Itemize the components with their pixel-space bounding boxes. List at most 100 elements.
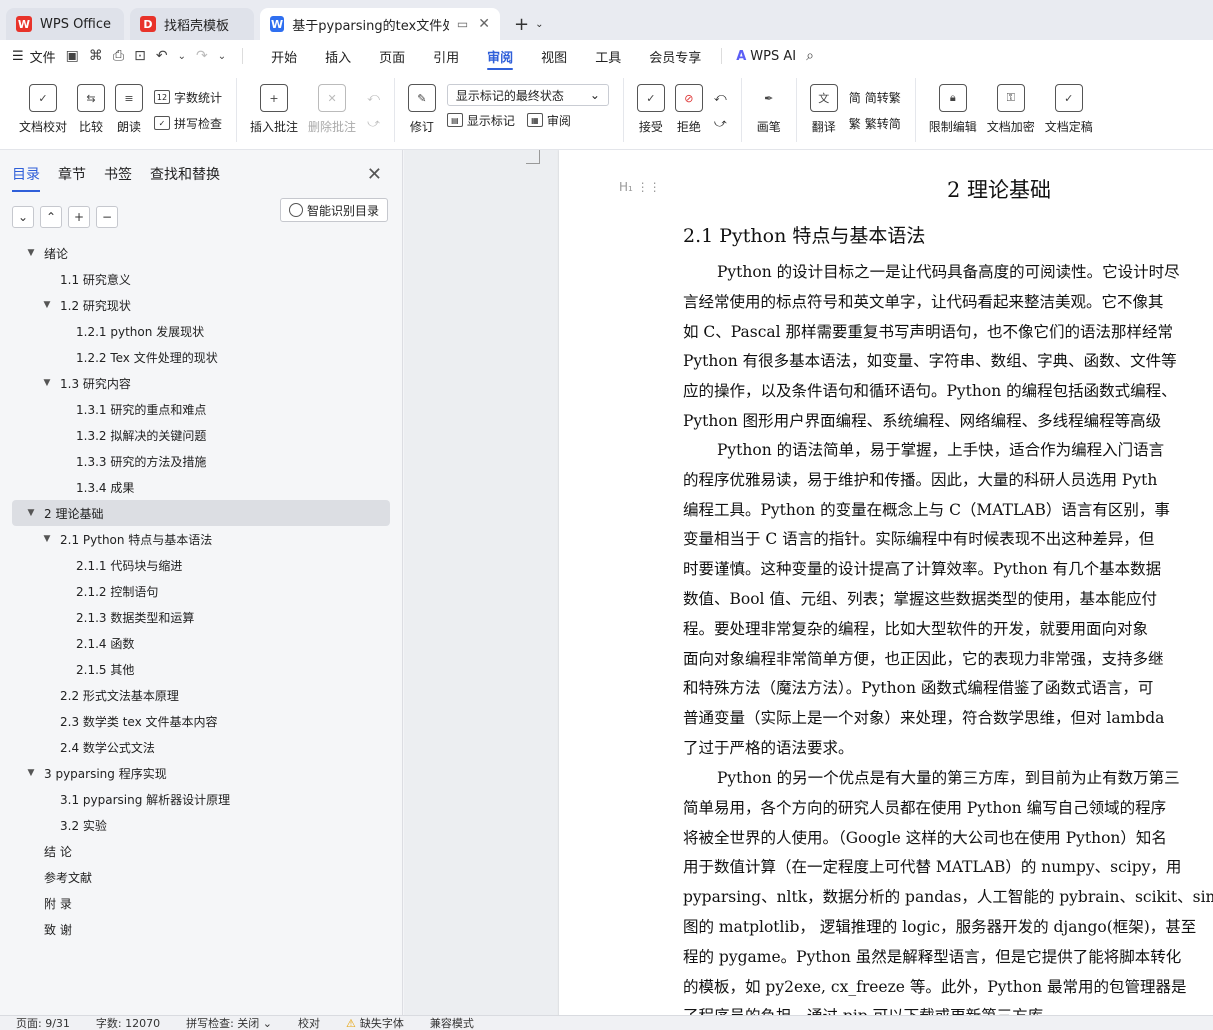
pen-button[interactable]: ✒ 画笔 bbox=[755, 78, 783, 135]
toc-item[interactable]: 致 谢 bbox=[12, 916, 390, 942]
toc-item[interactable]: 1.1 研究意义 bbox=[12, 266, 390, 292]
tab-start[interactable]: 开始 bbox=[271, 40, 297, 72]
nav-tab-toc[interactable]: 目录 bbox=[12, 164, 40, 192]
toc-item[interactable]: 2.4 数学公式文法 bbox=[12, 734, 390, 760]
revise-button[interactable]: ✎ 修订 bbox=[407, 78, 436, 135]
monitor-icon[interactable]: ▭ bbox=[457, 17, 468, 31]
toc-item[interactable]: ▼ 2.1 Python 特点与基本语法 bbox=[12, 526, 390, 552]
finalize-button[interactable]: ✓ 文档定稿 bbox=[1045, 78, 1093, 135]
nav-tab-bookmarks[interactable]: 书签 bbox=[104, 164, 132, 192]
toc-item[interactable]: 3.1 pyparsing 解析器设计原理 bbox=[12, 786, 390, 812]
toc-item[interactable]: ▼ 1.3 研究内容 bbox=[12, 370, 390, 396]
page-indicator[interactable]: 页面: 9/31 bbox=[16, 1016, 70, 1030]
show-markup-button[interactable]: ▤ 显示标记 bbox=[446, 112, 515, 129]
print-preview-icon[interactable]: ⊡ bbox=[134, 48, 146, 64]
toc-item[interactable]: 2.1.4 函数 bbox=[12, 630, 390, 656]
toc-item[interactable]: 结 论 bbox=[12, 838, 390, 864]
tab-insert[interactable]: 插入 bbox=[325, 40, 351, 72]
file-menu[interactable]: ☰ 文件 bbox=[12, 47, 56, 66]
insert-comment-button[interactable]: + 插入批注 bbox=[250, 78, 298, 135]
tab-review[interactable]: 审阅 bbox=[487, 40, 514, 72]
word-count-button[interactable]: 12 字数统计 bbox=[154, 84, 222, 110]
toc-item[interactable]: 2.1.2 控制语句 bbox=[12, 578, 390, 604]
markup-state-select[interactable]: 显示标记的最终状态 ⌄ bbox=[446, 84, 609, 106]
prev-change-button[interactable]: ⤺ bbox=[714, 84, 727, 110]
print-icon[interactable]: ⎙ bbox=[113, 48, 124, 64]
expand-triangle-icon[interactable]: ▼ bbox=[24, 248, 38, 258]
close-icon[interactable]: ✕ bbox=[367, 164, 382, 185]
document-page[interactable]: H₁ ⋮⋮ 2 理论基础 2.1 Python 特点与基本语法 Python 的… bbox=[559, 150, 1213, 1015]
remove-heading-icon[interactable]: − bbox=[96, 206, 118, 228]
expand-triangle-icon[interactable]: ▼ bbox=[24, 508, 38, 518]
undo-dropdown-icon[interactable]: ⌄ bbox=[178, 51, 186, 62]
to-traditional-button[interactable]: 简简转繁 bbox=[849, 84, 901, 110]
toc-item[interactable]: 2.1.3 数据类型和运算 bbox=[12, 604, 390, 630]
toc-item[interactable]: 1.2.1 python 发展现状 bbox=[12, 318, 390, 344]
heading-drag-handle-icon[interactable]: H₁ ⋮⋮ bbox=[619, 180, 661, 194]
missing-font-status[interactable]: ⚠ 缺失字体 bbox=[346, 1016, 404, 1030]
doc-proof-button[interactable]: ✓ 文档校对 bbox=[19, 78, 67, 135]
read-aloud-button[interactable]: ≡ 朗读 bbox=[115, 78, 144, 135]
toc-item[interactable]: 3.2 实验 bbox=[12, 812, 390, 838]
close-icon[interactable]: ✕ bbox=[478, 16, 490, 32]
paragraph-1[interactable]: Python 的设计目标之一是让代码具备高度的可阅读性。它设计时尽 言经常使用的标… bbox=[683, 258, 1213, 437]
toc-item[interactable]: 1.2.2 Tex 文件处理的现状 bbox=[12, 344, 390, 370]
tab-wps-office[interactable]: W WPS Office bbox=[6, 8, 124, 40]
new-tab-button[interactable]: + ⌄ bbox=[506, 8, 551, 40]
expand-triangle-icon[interactable]: ▼ bbox=[40, 378, 54, 388]
spell-check-status[interactable]: 拼写检查: 关闭 ⌄ bbox=[186, 1016, 272, 1030]
prev-comment-button[interactable]: ⤺ bbox=[367, 84, 380, 110]
smart-toc-button[interactable]: 智能识别目录 bbox=[279, 198, 388, 222]
toc-item[interactable]: 1.3.4 成果 bbox=[12, 474, 390, 500]
link-icon[interactable]: ⌘ bbox=[89, 48, 103, 64]
encrypt-button[interactable]: ⚿ 文档加密 bbox=[987, 78, 1035, 135]
translate-button[interactable]: 文翻译 bbox=[809, 78, 838, 135]
chevron-down-icon[interactable]: ⌄ bbox=[535, 19, 543, 30]
nav-tab-sections[interactable]: 章节 bbox=[58, 164, 86, 192]
next-comment-button[interactable]: ⤻ bbox=[367, 110, 380, 136]
tab-view[interactable]: 视图 bbox=[541, 40, 567, 72]
restrict-edit-button[interactable]: 🔒︎ 限制编辑 bbox=[929, 78, 977, 135]
spell-check-button[interactable]: ✓ 拼写检查 bbox=[154, 110, 222, 136]
toc-item[interactable]: 2.1.5 其他 bbox=[12, 656, 390, 682]
toc-item[interactable]: 附 录 bbox=[12, 890, 390, 916]
chapter-heading[interactable]: 2 理论基础 bbox=[947, 174, 1051, 204]
toc-item[interactable]: 2.2 形式文法基本原理 bbox=[12, 682, 390, 708]
review-pane-button[interactable]: ▦ 审阅 bbox=[526, 112, 571, 129]
wps-ai-button[interactable]: A WPS AI bbox=[736, 49, 796, 64]
tab-current-document[interactable]: W 基于pyparsing的tex文件处理 ▭ ✕ bbox=[260, 8, 500, 40]
section-heading[interactable]: 2.1 Python 特点与基本语法 bbox=[683, 221, 925, 248]
more-dropdown-icon[interactable]: ⌄ bbox=[218, 51, 226, 62]
word-count-indicator[interactable]: 字数: 12070 bbox=[96, 1016, 160, 1030]
toc-item[interactable]: 2.3 数学类 tex 文件基本内容 bbox=[12, 708, 390, 734]
tab-docer-templates[interactable]: D 找稻壳模板 bbox=[130, 8, 254, 40]
compare-button[interactable]: ⇆ 比较 bbox=[77, 78, 106, 135]
proof-status[interactable]: 校对 bbox=[298, 1016, 320, 1030]
expand-triangle-icon[interactable]: ▼ bbox=[24, 768, 38, 778]
delete-comment-button[interactable]: ✕ 删除批注 bbox=[308, 78, 356, 135]
toc-item[interactable]: 1.3.3 研究的方法及措施 bbox=[12, 448, 390, 474]
toc-item[interactable]: ▼ 2 理论基础 bbox=[12, 500, 390, 526]
reject-button[interactable]: ⊘ 拒绝 bbox=[674, 78, 703, 135]
tab-tools[interactable]: 工具 bbox=[595, 40, 621, 72]
expand-triangle-icon[interactable]: ▼ bbox=[40, 534, 54, 544]
save-icon[interactable]: ▣ bbox=[66, 48, 79, 64]
undo-icon[interactable]: ↶ bbox=[156, 48, 168, 64]
paragraph-3[interactable]: Python 的另一个优点是有大量的第三方库，到目前为止有数万第三 简单易用，各个… bbox=[683, 764, 1213, 1015]
add-heading-icon[interactable]: + bbox=[68, 206, 90, 228]
toc-item[interactable]: ▼ 1.2 研究现状 bbox=[12, 292, 390, 318]
toc-item[interactable]: 2.1.1 代码块与缩进 bbox=[12, 552, 390, 578]
nav-tab-find-replace[interactable]: 查找和替换 bbox=[150, 164, 220, 192]
paragraph-2[interactable]: Python 的语法简单，易于掌握，上手快，适合作为编程入门语言 的程序优雅易读，… bbox=[683, 436, 1213, 764]
toc-item[interactable]: ▼ 3 pyparsing 程序实现 bbox=[12, 760, 390, 786]
tab-member[interactable]: 会员专享 bbox=[649, 40, 701, 72]
expand-triangle-icon[interactable]: ▼ bbox=[40, 300, 54, 310]
accept-button[interactable]: ✓ 接受 bbox=[636, 78, 665, 135]
tab-page[interactable]: 页面 bbox=[379, 40, 405, 72]
demote-chevron-down-icon[interactable]: ⌄ bbox=[12, 206, 34, 228]
promote-chevron-up-icon[interactable]: ⌃ bbox=[40, 206, 62, 228]
document-area[interactable]: H₁ ⋮⋮ 2 理论基础 2.1 Python 特点与基本语法 Python 的… bbox=[404, 150, 1213, 1015]
redo-icon[interactable]: ↷ bbox=[196, 48, 208, 64]
to-simplified-button[interactable]: 繁繁转简 bbox=[849, 110, 901, 136]
toc-item[interactable]: 1.3.2 拟解决的关键问题 bbox=[12, 422, 390, 448]
